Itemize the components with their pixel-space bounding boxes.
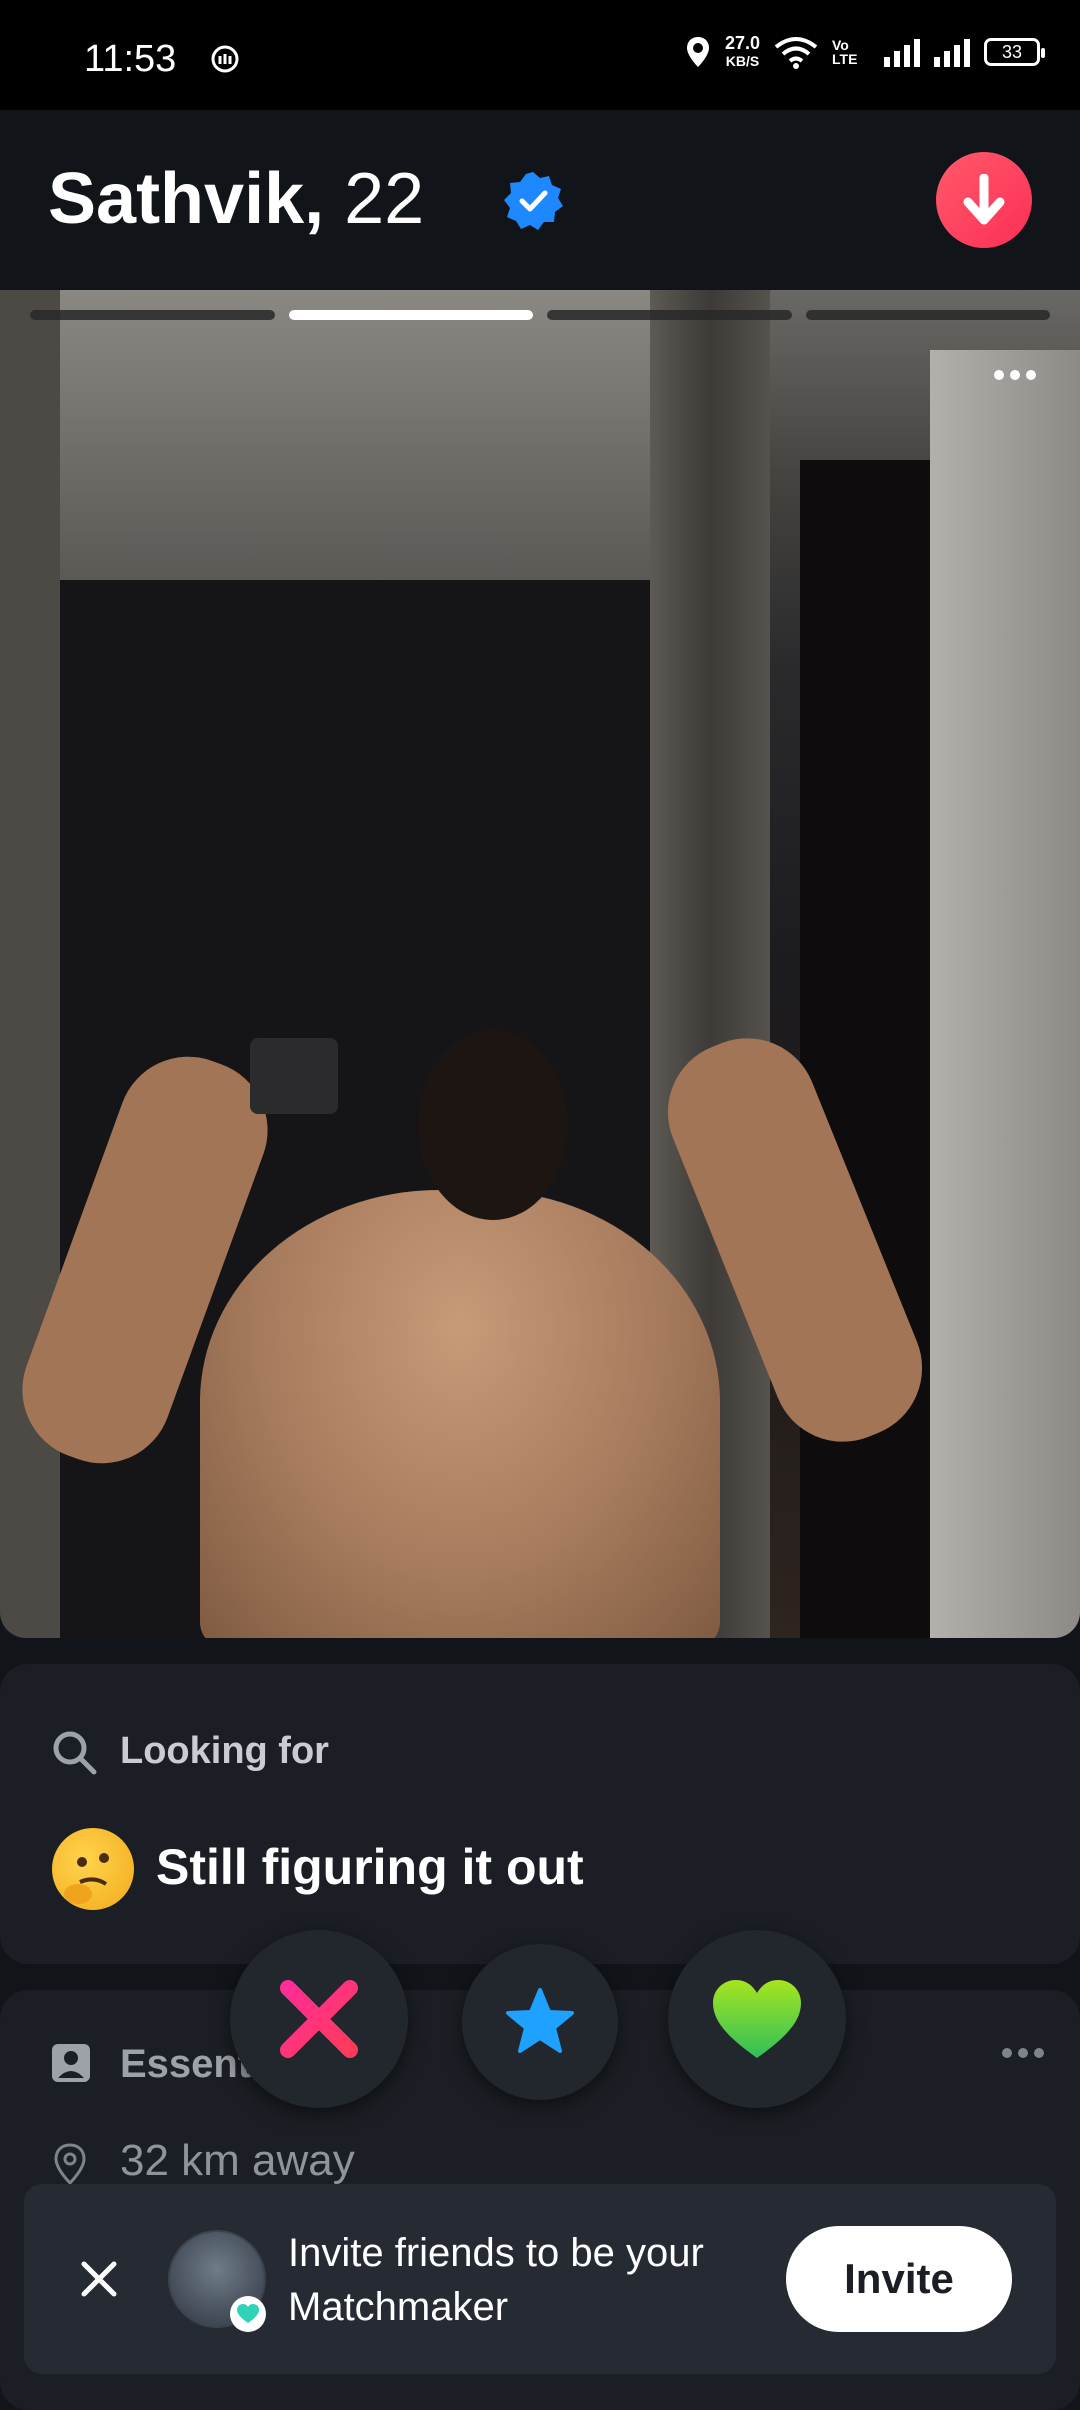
wifi-icon bbox=[774, 37, 818, 69]
profile-name-age: Sathvik, 22 bbox=[48, 158, 424, 240]
photo-progress-segment bbox=[805, 310, 1050, 320]
profile-name: Sathvik, bbox=[48, 159, 325, 239]
nope-button[interactable] bbox=[230, 1930, 408, 2108]
photo-progress-indicator bbox=[30, 310, 1050, 320]
net-speed: 27.0 KB/S bbox=[724, 33, 760, 69]
invite-message: Invite friends to be your Matchmaker bbox=[288, 2231, 704, 2329]
like-button[interactable] bbox=[668, 1930, 846, 2108]
collapse-profile-button[interactable] bbox=[936, 152, 1032, 248]
location-status-icon bbox=[686, 37, 709, 67]
status-time: 11:53 bbox=[84, 38, 177, 80]
photo-more-options-icon[interactable] bbox=[994, 370, 1044, 390]
close-x-icon bbox=[280, 1980, 358, 2058]
looking-for-card: Looking for Still figuring it out bbox=[0, 1664, 1080, 1964]
super-like-button[interactable] bbox=[462, 1944, 618, 2100]
signal-1-icon bbox=[884, 37, 920, 67]
volte-label: Vo LTE bbox=[832, 37, 858, 67]
status-bar: 11:53 27.0 KB/S Vo LTE 33 bbox=[0, 0, 1080, 110]
profile-photo[interactable] bbox=[0, 290, 1080, 1638]
heart-icon bbox=[713, 1980, 801, 2058]
battery-icon: 33 bbox=[984, 38, 1045, 66]
status-icons: 27.0 KB/S Vo LTE 33 bbox=[685, 33, 1045, 70]
app-notification-icon bbox=[211, 45, 239, 73]
photo-progress-segment bbox=[547, 310, 792, 320]
photo-progress-segment bbox=[30, 310, 275, 320]
thinking-face-emoji-icon bbox=[52, 1828, 134, 1910]
matchmaker-heart-badge-icon bbox=[230, 2296, 266, 2332]
profile-card-icon bbox=[52, 2044, 90, 2082]
essentials-label: Essent bbox=[120, 2042, 252, 2086]
close-icon[interactable] bbox=[74, 2254, 124, 2304]
location-pin-icon bbox=[54, 2143, 86, 2186]
distance-text: 32 km away bbox=[120, 2136, 355, 2185]
arrow-down-icon bbox=[963, 174, 1005, 225]
looking-for-label: Looking for bbox=[120, 1730, 329, 1772]
search-icon bbox=[53, 1731, 97, 1775]
looking-for-value: Still figuring it out bbox=[156, 1839, 584, 1895]
profile-age: 22 bbox=[344, 159, 425, 239]
essentials-more-icon[interactable] bbox=[1002, 2048, 1044, 2058]
star-icon bbox=[506, 1988, 574, 2053]
profile-header: Sathvik, 22 bbox=[0, 110, 1080, 290]
invite-banner: Invite friends to be your Matchmaker Inv… bbox=[24, 2184, 1056, 2374]
photo-progress-segment-active bbox=[288, 310, 533, 320]
signal-2-icon bbox=[934, 37, 970, 67]
verified-badge-icon bbox=[504, 172, 563, 230]
invite-button[interactable]: Invite bbox=[786, 2226, 1012, 2332]
